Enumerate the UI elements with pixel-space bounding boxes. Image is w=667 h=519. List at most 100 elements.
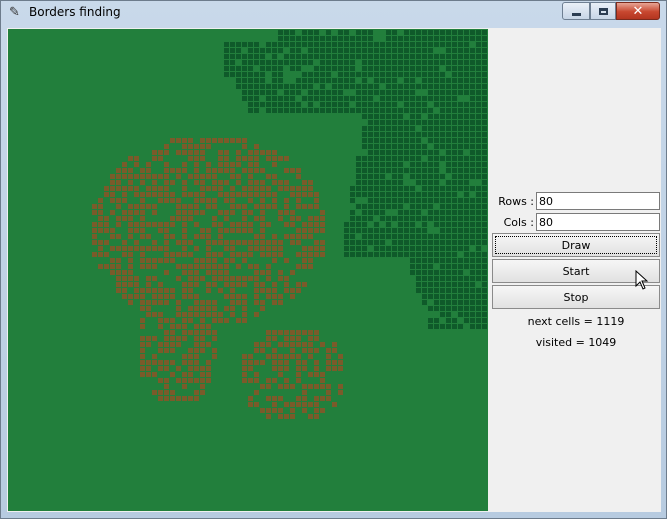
grid-cell xyxy=(128,210,133,215)
grid-cell xyxy=(158,294,163,299)
grid-cell xyxy=(212,216,217,221)
grid-cell xyxy=(464,36,469,41)
grid-cell xyxy=(386,84,391,89)
grid-cell xyxy=(326,366,331,371)
grid-cell xyxy=(398,72,403,77)
grid-cell xyxy=(140,372,145,377)
grid-cell xyxy=(470,72,475,77)
grid-cell xyxy=(260,60,265,65)
grid-cell xyxy=(386,66,391,71)
draw-button[interactable]: Draw xyxy=(492,233,660,257)
grid-cell xyxy=(380,228,385,233)
grid-cell xyxy=(248,78,253,83)
grid-cell xyxy=(380,108,385,113)
grid-cell xyxy=(308,216,313,221)
grid-cell xyxy=(164,396,169,401)
grid-cell xyxy=(482,270,487,275)
grid-cell xyxy=(422,120,427,125)
grid-cell xyxy=(374,72,379,77)
grid-cell xyxy=(248,264,253,269)
grid-cell xyxy=(140,324,145,329)
grid-cell xyxy=(158,360,163,365)
grid-cell xyxy=(440,96,445,101)
grid-cell xyxy=(176,366,181,371)
grid-cell xyxy=(308,42,313,47)
grid-cell xyxy=(242,156,247,161)
grid-cell xyxy=(434,324,439,329)
grid-cell xyxy=(440,294,445,299)
grid-cell xyxy=(200,330,205,335)
grid-cell xyxy=(326,72,331,77)
grid-cell xyxy=(182,396,187,401)
grid-cell xyxy=(350,54,355,59)
grid-cell xyxy=(410,66,415,71)
grid-cell xyxy=(128,222,133,227)
close-button[interactable]: ✕ xyxy=(616,2,660,20)
grid-cell xyxy=(296,84,301,89)
grid-cell xyxy=(482,294,487,299)
grid-cell xyxy=(416,60,421,65)
grid-cell xyxy=(476,120,481,125)
grid-cell xyxy=(302,348,307,353)
grid-cell xyxy=(122,252,127,257)
maximize-button[interactable] xyxy=(590,2,616,20)
grid-cell xyxy=(392,126,397,131)
grid-cell xyxy=(386,108,391,113)
grid-cell xyxy=(128,168,133,173)
grid-cell xyxy=(254,60,259,65)
grid-cell xyxy=(176,300,181,305)
grid-cell xyxy=(254,144,259,149)
grid-cell xyxy=(164,336,169,341)
title-bar[interactable]: ✎ Borders finding ✕ xyxy=(1,1,666,27)
grid-cell xyxy=(308,246,313,251)
grid-cell xyxy=(128,270,133,275)
grid-cell xyxy=(332,42,337,47)
grid-cell xyxy=(428,276,433,281)
grid-cell xyxy=(140,318,145,323)
grid-cell xyxy=(344,96,349,101)
grid-cell xyxy=(170,288,175,293)
grid-cell xyxy=(398,204,403,209)
grid-cell xyxy=(404,228,409,233)
grid-cell xyxy=(200,258,205,263)
rows-input[interactable] xyxy=(536,192,660,210)
grid-cell xyxy=(188,156,193,161)
grid-cell xyxy=(128,204,133,209)
grid-cell xyxy=(350,198,355,203)
grid-cell xyxy=(218,180,223,185)
grid-cell xyxy=(368,150,373,155)
grid-cell xyxy=(458,150,463,155)
grid-cell xyxy=(434,198,439,203)
grid-cell xyxy=(452,192,457,197)
grid-cell xyxy=(152,354,157,359)
minimize-button[interactable] xyxy=(562,2,590,20)
grid-cell xyxy=(320,102,325,107)
grid-cell xyxy=(272,66,277,71)
grid-cell xyxy=(458,84,463,89)
grid-cell xyxy=(200,186,205,191)
grid-cell xyxy=(146,372,151,377)
grid-cell xyxy=(338,42,343,47)
grid-cell xyxy=(476,324,481,329)
grid-cell xyxy=(110,228,115,233)
grid-cell xyxy=(278,84,283,89)
grid-cell xyxy=(452,180,457,185)
grid-cell xyxy=(146,336,151,341)
grid-cell xyxy=(290,222,295,227)
grid-canvas[interactable] xyxy=(8,29,488,511)
grid-cell xyxy=(464,312,469,317)
grid-cell xyxy=(140,366,145,371)
grid-cell xyxy=(122,270,127,275)
grid-cell xyxy=(194,168,199,173)
grid-cell xyxy=(398,168,403,173)
grid-cell xyxy=(350,78,355,83)
grid-cell xyxy=(338,354,343,359)
grid-cell xyxy=(458,138,463,143)
grid-cell xyxy=(272,300,277,305)
grid-cell xyxy=(332,48,337,53)
grid-cell xyxy=(434,60,439,65)
grid-cell xyxy=(458,258,463,263)
grid-cell xyxy=(476,102,481,107)
grid-cell xyxy=(410,30,415,35)
cols-input[interactable] xyxy=(536,213,660,231)
